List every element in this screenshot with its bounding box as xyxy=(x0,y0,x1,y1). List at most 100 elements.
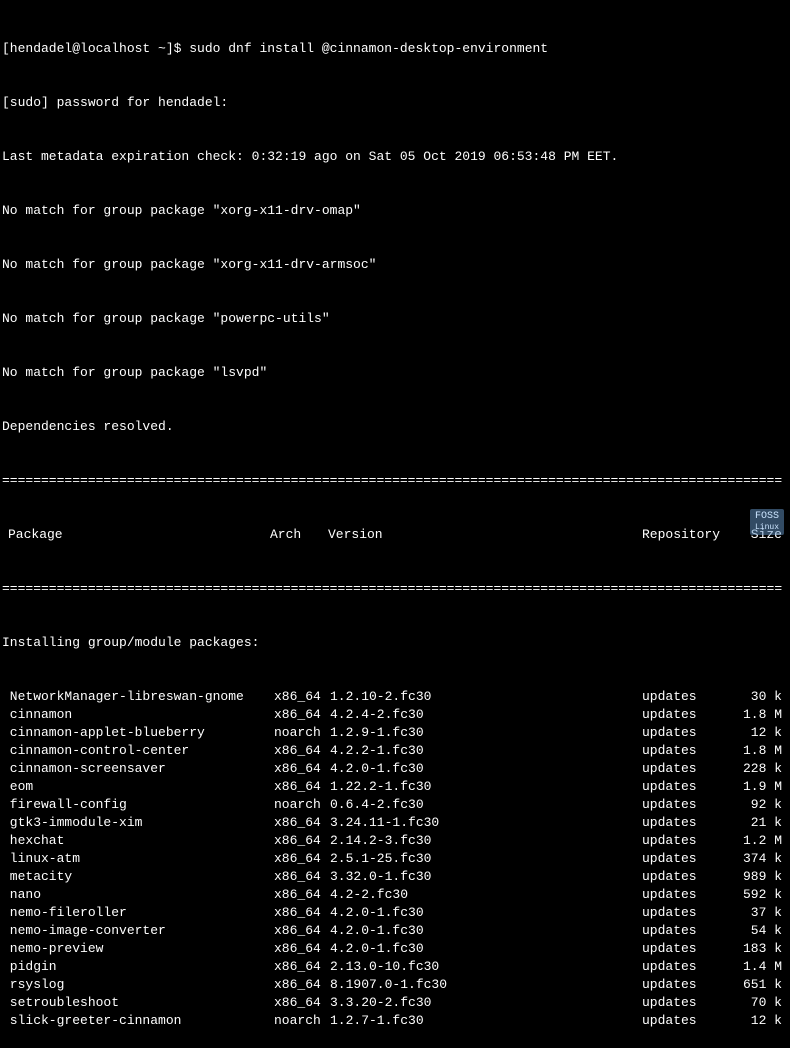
package-arch: x86_64 xyxy=(274,742,330,760)
package-repo: updates xyxy=(642,724,722,742)
package-name: hexchat xyxy=(2,832,274,850)
table-row: eomx86_641.22.2-1.fc30updates1.9 M xyxy=(0,778,790,796)
package-size: 12 k xyxy=(722,1012,782,1030)
prompt-prefix: [hendadel@localhost ~]$ xyxy=(2,41,189,56)
package-version: 0.6.4-2.fc30 xyxy=(330,796,642,814)
no-match-line: No match for group package "lsvpd" xyxy=(0,364,790,382)
package-repo: updates xyxy=(642,904,722,922)
package-version: 4.2.0-1.fc30 xyxy=(330,940,642,958)
package-size: 228 k xyxy=(722,760,782,778)
package-arch: x86_64 xyxy=(274,886,330,904)
table-row: gtk3-immodule-ximx86_643.24.11-1.fc30upd… xyxy=(0,814,790,832)
package-version: 1.22.2-1.fc30 xyxy=(330,778,642,796)
package-repo: updates xyxy=(642,832,722,850)
table-header: Package Arch Version Repository Size xyxy=(0,526,790,544)
package-name: cinnamon-applet-blueberry xyxy=(2,724,274,742)
package-arch: x86_64 xyxy=(274,706,330,724)
table-row: nemo-filerollerx86_644.2.0-1.fc30updates… xyxy=(0,904,790,922)
package-repo: updates xyxy=(642,814,722,832)
watermark-logo: FOSS Linux xyxy=(750,509,784,535)
package-size: 37 k xyxy=(722,904,782,922)
package-name: NetworkManager-libreswan-gnome xyxy=(2,688,274,706)
table-row: NetworkManager-libreswan-gnomex86_641.2.… xyxy=(0,688,790,706)
package-size: 1.8 M xyxy=(722,706,782,724)
package-version: 1.2.7-1.fc30 xyxy=(330,1012,642,1030)
package-arch: x86_64 xyxy=(274,940,330,958)
table-row: firewall-confignoarch0.6.4-2.fc30updates… xyxy=(0,796,790,814)
table-row: nanox86_644.2-2.fc30updates592 k xyxy=(0,886,790,904)
package-name: cinnamon-screensaver xyxy=(2,760,274,778)
package-arch: noarch xyxy=(274,796,330,814)
package-repo: updates xyxy=(642,688,722,706)
package-repo: updates xyxy=(642,940,722,958)
package-size: 989 k xyxy=(722,868,782,886)
package-repo: updates xyxy=(642,922,722,940)
package-name: rsyslog xyxy=(2,976,274,994)
package-size: 651 k xyxy=(722,976,782,994)
table-row: cinnamonx86_644.2.4-2.fc30updates1.8 M xyxy=(0,706,790,724)
package-version: 4.2.0-1.fc30 xyxy=(330,922,642,940)
package-arch: x86_64 xyxy=(274,688,330,706)
package-repo: updates xyxy=(642,958,722,976)
table-row: setroubleshootx86_643.3.20-2.fc30updates… xyxy=(0,994,790,1012)
package-repo: updates xyxy=(642,760,722,778)
no-match-line: No match for group package "xorg-x11-drv… xyxy=(0,202,790,220)
package-name: eom xyxy=(2,778,274,796)
package-arch: x86_64 xyxy=(274,760,330,778)
package-version: 3.3.20-2.fc30 xyxy=(330,994,642,1012)
package-version: 2.13.0-10.fc30 xyxy=(330,958,642,976)
table-row: cinnamon-control-centerx86_644.2.2-1.fc3… xyxy=(0,742,790,760)
package-size: 1.2 M xyxy=(722,832,782,850)
header-version: Version xyxy=(328,526,642,544)
table-row: slick-greeter-cinnamonnoarch1.2.7-1.fc30… xyxy=(0,1012,790,1030)
package-list: NetworkManager-libreswan-gnomex86_641.2.… xyxy=(0,688,790,1030)
package-arch: noarch xyxy=(274,1012,330,1030)
package-name: pidgin xyxy=(2,958,274,976)
table-row: cinnamon-screensaverx86_644.2.0-1.fc30up… xyxy=(0,760,790,778)
package-version: 3.32.0-1.fc30 xyxy=(330,868,642,886)
header-repository: Repository xyxy=(642,526,732,544)
table-row: linux-atmx86_642.5.1-25.fc30updates374 k xyxy=(0,850,790,868)
package-name: nemo-fileroller xyxy=(2,904,274,922)
package-name: nemo-image-converter xyxy=(2,922,274,940)
terminal-output[interactable]: [hendadel@localhost ~]$ sudo dnf install… xyxy=(0,4,790,1048)
package-repo: updates xyxy=(642,886,722,904)
command-text: sudo dnf install @cinnamon-desktop-envir… xyxy=(189,41,548,56)
package-version: 1.2.10-2.fc30 xyxy=(330,688,642,706)
package-repo: updates xyxy=(642,706,722,724)
package-repo: updates xyxy=(642,1012,722,1030)
package-name: firewall-config xyxy=(2,796,274,814)
table-row: rsyslogx86_648.1907.0-1.fc30updates651 k xyxy=(0,976,790,994)
package-size: 54 k xyxy=(722,922,782,940)
sudo-prompt: [sudo] password for hendadel: xyxy=(0,94,790,112)
package-arch: x86_64 xyxy=(274,850,330,868)
package-arch: noarch xyxy=(274,724,330,742)
deps-resolved: Dependencies resolved. xyxy=(0,418,790,436)
no-match-line: No match for group package "powerpc-util… xyxy=(0,310,790,328)
watermark-line2: Linux xyxy=(755,522,779,533)
package-repo: updates xyxy=(642,778,722,796)
package-size: 374 k xyxy=(722,850,782,868)
package-name: gtk3-immodule-xim xyxy=(2,814,274,832)
package-version: 8.1907.0-1.fc30 xyxy=(330,976,642,994)
table-row: nemo-previewx86_644.2.0-1.fc30updates183… xyxy=(0,940,790,958)
package-size: 592 k xyxy=(722,886,782,904)
package-version: 4.2.4-2.fc30 xyxy=(330,706,642,724)
table-row: hexchatx86_642.14.2-3.fc30updates1.2 M xyxy=(0,832,790,850)
package-size: 183 k xyxy=(722,940,782,958)
no-match-line: No match for group package "xorg-x11-drv… xyxy=(0,256,790,274)
package-version: 4.2-2.fc30 xyxy=(330,886,642,904)
package-repo: updates xyxy=(642,796,722,814)
package-repo: updates xyxy=(642,994,722,1012)
table-row: nemo-image-converterx86_644.2.0-1.fc30up… xyxy=(0,922,790,940)
header-package: Package xyxy=(2,526,270,544)
package-name: setroubleshoot xyxy=(2,994,274,1012)
table-row: cinnamon-applet-blueberrynoarch1.2.9-1.f… xyxy=(0,724,790,742)
package-version: 2.14.2-3.fc30 xyxy=(330,832,642,850)
watermark-line1: FOSS xyxy=(755,511,779,522)
package-name: nano xyxy=(2,886,274,904)
section-title: Installing group/module packages: xyxy=(0,634,790,652)
package-repo: updates xyxy=(642,868,722,886)
package-size: 92 k xyxy=(722,796,782,814)
package-name: nemo-preview xyxy=(2,940,274,958)
